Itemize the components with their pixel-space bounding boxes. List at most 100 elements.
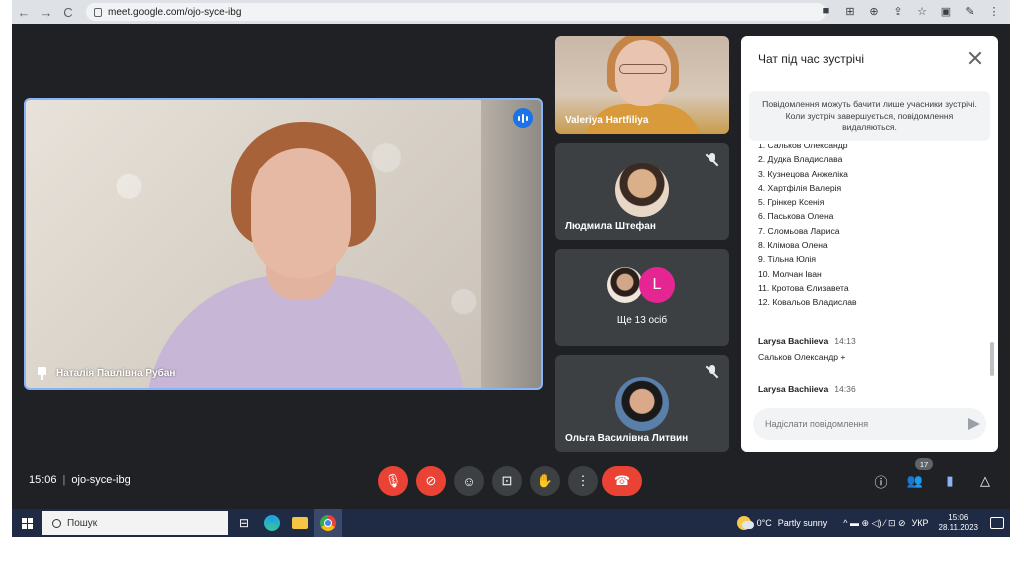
menu-icon[interactable]: ⋮: [986, 3, 1002, 19]
chrome-icon: [320, 515, 336, 531]
speaking-indicator-icon: [513, 108, 533, 128]
list-item: 7. Сломьова Лариса: [758, 225, 840, 236]
browser-toolbar: ← → C meet.google.com/ojo-syce-ibg ■ ⊞ ⊕…: [12, 0, 1010, 24]
weather-icon[interactable]: [736, 516, 754, 530]
others-count-label: Ще 13 осіб: [616, 315, 668, 326]
meeting-code: ojo-syce-ibg: [71, 474, 131, 486]
list-item: 11. Кротова Єлизавета: [758, 282, 849, 293]
notification-icon[interactable]: [990, 517, 1004, 529]
zoom-icon[interactable]: ⊕: [866, 3, 882, 19]
weather-desc[interactable]: Partly sunny: [778, 518, 828, 528]
chat-title: Чат під час зустрічі: [758, 52, 864, 66]
extension-icon[interactable]: ✎: [962, 3, 978, 19]
sidepanel-icon[interactable]: ▣: [938, 3, 954, 19]
mic-off-button[interactable]: 🎙: [378, 466, 408, 496]
forward-button[interactable]: →: [36, 2, 56, 22]
system-tray: 0°C Partly sunny ^ ▬ ⊕ ◁) ⁄ ⊡ ⊘ УКР 15:0…: [736, 509, 1010, 537]
clock[interactable]: 15:06 28.11.2023: [939, 513, 978, 533]
present-button[interactable]: ⊡: [492, 466, 522, 496]
mic-off-icon: [705, 153, 719, 167]
mic-off-icon: [705, 365, 719, 379]
clock-time: 15:06: [948, 513, 969, 522]
chat-scrollbar[interactable]: [990, 342, 994, 376]
raise-hand-button[interactable]: ✋: [530, 466, 560, 496]
list-item: 5. Грінкер Ксенія: [758, 197, 825, 208]
list-item: 3. Кузнецова Анжеліка: [758, 168, 848, 179]
share-icon[interactable]: ⇪: [890, 3, 906, 19]
language-indicator[interactable]: УКР: [912, 518, 929, 528]
avatar: [615, 377, 669, 431]
taskbar-search[interactable]: Пошук: [42, 511, 228, 535]
leave-call-button[interactable]: ☎: [602, 466, 642, 496]
meeting-time: 15:06: [29, 474, 57, 486]
folder-icon: [292, 517, 308, 529]
tray-icons[interactable]: ^ ▬ ⊕ ◁) ⁄ ⊡ ⊘: [843, 518, 905, 529]
address-bar[interactable]: meet.google.com/ojo-syce-ibg: [86, 3, 826, 21]
reactions-button[interactable]: ☺: [454, 466, 484, 496]
send-icon[interactable]: [968, 418, 980, 430]
taskbar: Пошук ⊟ 0°C Partly sunny ^ ▬ ⊕ ◁) ⁄ ⊡ ⊘ …: [12, 509, 1010, 537]
avatar: [615, 163, 669, 217]
camera-off-button[interactable]: ⊘: [416, 466, 446, 496]
list-item: 12. Ковальов Владислав: [758, 297, 857, 308]
avatar-letter: L: [639, 267, 675, 303]
windows-icon: [21, 517, 33, 529]
edge-taskbar-button[interactable]: [258, 509, 286, 537]
task-view-icon[interactable]: ⊟: [230, 509, 258, 537]
message-sender: Larysa Bachiieva: [758, 336, 829, 346]
back-button[interactable]: ←: [14, 2, 34, 22]
start-button[interactable]: [12, 509, 42, 537]
chat-notice: Повідомлення можуть бачити лише учасники…: [749, 91, 990, 141]
participant-name: Valeriya Hartfiliya: [565, 115, 649, 126]
more-options-button[interactable]: ⋮: [568, 466, 598, 496]
chat-list: 1. Сальков Олександр 2. Дудка Владислава…: [758, 144, 857, 310]
chat-message: Larysa Bachiieva 14:36: [758, 384, 856, 394]
url-text: meet.google.com/ojo-syce-ibg: [108, 6, 242, 18]
search-label: Пошук: [67, 517, 98, 529]
clock-date: 28.11.2023: [938, 523, 978, 532]
meeting-info: 15:06 | ojo-syce-ibg: [29, 474, 131, 486]
participant-name: Ольга Василівна Литвин: [565, 433, 689, 444]
list-item: 8. Клімова Олена: [758, 240, 828, 251]
edge-icon: [264, 515, 280, 531]
list-item: 1. Сальков Олександр: [758, 144, 848, 150]
message-sender: Larysa Bachiieva: [758, 384, 829, 394]
translate-icon[interactable]: ⊞: [842, 3, 858, 19]
camera-icon[interactable]: ■: [818, 3, 834, 19]
explorer-taskbar-button[interactable]: [286, 509, 314, 537]
main-speaker-tile[interactable]: Наталія Павлівна Рубан: [24, 98, 543, 390]
participant-tile-liudmyla[interactable]: Людмила Штефан: [555, 143, 729, 240]
participant-name: Людмила Штефан: [565, 221, 656, 232]
reload-button[interactable]: C: [58, 2, 78, 22]
speaker-name: Наталія Павлівна Рубан: [56, 368, 176, 379]
chat-icon[interactable]: ▮: [941, 472, 959, 490]
pin-icon[interactable]: [36, 367, 48, 380]
chat-panel: Чат під час зустрічі Повідомлення можуть…: [741, 36, 998, 452]
list-item: 9. Тільна Юлія: [758, 254, 816, 265]
close-icon[interactable]: [966, 49, 984, 67]
message-time: 14:13: [834, 336, 856, 346]
participant-tile-valeriya[interactable]: Valeriya Hartfiliya: [555, 36, 729, 134]
others-tile[interactable]: L Ще 13 осіб: [555, 249, 729, 346]
chat-message: Larysa Bachiieva 14:13 Сальков Олександр …: [758, 336, 856, 362]
people-icon[interactable]: 👥: [906, 472, 924, 490]
screen: ← → C meet.google.com/ojo-syce-ibg ■ ⊞ ⊕…: [12, 0, 1010, 537]
search-icon: [52, 518, 61, 528]
avatar: [607, 267, 643, 303]
curtain: [481, 100, 541, 388]
people-count-badge: 17: [915, 458, 933, 470]
chat-messages[interactable]: 1. Сальков Олександр 2. Дудка Владислава…: [741, 144, 987, 404]
list-item: 10. Молчан Іван: [758, 268, 822, 279]
message-text: Сальков Олександр +: [758, 352, 846, 362]
message-time: 14:36: [834, 384, 856, 394]
list-item: 4. Хартфілія Валерія: [758, 182, 842, 193]
lock-icon: [94, 7, 102, 17]
bookmark-icon[interactable]: ☆: [914, 3, 930, 19]
message-input[interactable]: [753, 408, 986, 440]
activities-icon[interactable]: △: [976, 472, 994, 490]
weather-temp[interactable]: 0°C: [757, 518, 772, 528]
participant-tile-olha[interactable]: Ольга Василівна Литвин: [555, 355, 729, 452]
info-icon[interactable]: ⓘ: [872, 472, 890, 490]
list-item: 2. Дудка Владислава: [758, 154, 843, 165]
chrome-taskbar-button[interactable]: [314, 509, 342, 537]
